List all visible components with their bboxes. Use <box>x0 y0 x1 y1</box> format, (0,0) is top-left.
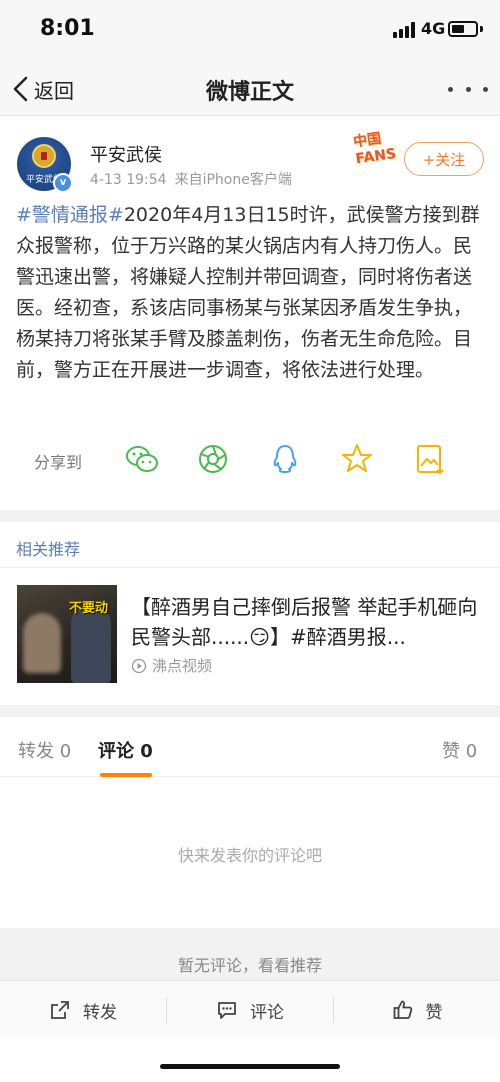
empty-comment-hint: 快来发表你的评论吧 <box>177 846 322 865</box>
chevron-left-icon <box>13 76 28 102</box>
follow-button[interactable]: +关注 <box>404 142 484 176</box>
thumbs-up-icon <box>393 1000 412 1019</box>
comment-label: 评论 <box>250 1002 284 1023</box>
more-dot-icon <box>448 86 453 92</box>
more-dot-icon <box>465 86 471 92</box>
qzone-icon <box>342 444 372 472</box>
police-emblem-icon <box>32 144 56 168</box>
tab-like[interactable]: 赞 0 <box>442 737 477 763</box>
repost-button[interactable]: 转发 <box>0 981 166 1039</box>
thumb-figure <box>71 605 111 683</box>
more-button[interactable] <box>448 80 488 98</box>
qq-icon <box>273 445 297 473</box>
bottom-action-bar: 转发 评论 赞 <box>0 980 500 1038</box>
like-label: 赞 <box>425 1002 443 1023</box>
share-label: 分享到 <box>34 453 83 472</box>
thumb-figure <box>23 613 61 673</box>
battery-cap <box>480 26 483 32</box>
more-dot-icon <box>483 86 488 92</box>
like-button[interactable]: 赞 <box>334 981 500 1039</box>
page-title: 微博正文 <box>205 80 294 105</box>
wechat-icon <box>126 446 158 472</box>
recommend-thumbnail[interactable]: 不要动 <box>17 585 117 683</box>
qzone-share-button[interactable] <box>338 440 376 478</box>
comment-tab-bar: 转发 0 评论 0 赞 0 <box>0 722 500 777</box>
video-source-icon <box>131 658 147 673</box>
post-date: 4-13 19:54 <box>90 172 167 188</box>
repost-icon <box>51 1001 69 1019</box>
back-label: 返回 <box>34 78 74 103</box>
post-body: #警情通报#2020年4月13日15时许，武侯警方接到群众报警称，位于万兴路的某… <box>16 200 488 386</box>
verified-badge-icon: v <box>53 173 73 193</box>
author-name[interactable]: 平安武侯 <box>90 141 162 167</box>
back-button[interactable]: 返回 <box>12 72 74 106</box>
comment-icon <box>218 1002 236 1019</box>
qq-share-button[interactable] <box>266 440 304 478</box>
repost-label: 转发 <box>83 1002 117 1023</box>
active-tab-indicator <box>100 773 152 777</box>
moments-icon <box>199 445 227 473</box>
share-row: 分享到 <box>0 438 500 482</box>
section-gap <box>0 705 500 717</box>
save-image-icon <box>417 445 444 475</box>
signal-icon <box>393 22 417 38</box>
recommend-source-label: 沸点视频 <box>152 657 213 675</box>
topic-link[interactable]: #警情通报# <box>16 204 124 226</box>
status-time: 8:01 <box>40 16 95 41</box>
battery-icon <box>448 21 478 37</box>
save-image-button[interactable] <box>411 440 449 478</box>
home-indicator[interactable] <box>160 1064 340 1069</box>
section-gap <box>0 510 500 522</box>
post-source: 来自iPhone客户端 <box>174 172 292 188</box>
recommend-title[interactable]: 【醉酒男自己摔倒后报警 举起手机砸向民警头部......😏】#醉酒男报... <box>131 592 487 652</box>
recommend-source: 沸点视频 <box>131 655 212 676</box>
tab-repost[interactable]: 转发 0 <box>18 737 71 763</box>
nav-bar: 返回 微博正文 <box>0 62 500 116</box>
no-comment-text[interactable]: 暂无评论，看看推荐 <box>0 952 500 976</box>
moments-share-button[interactable] <box>194 440 232 478</box>
network-label: 4G <box>421 19 446 38</box>
post-body-text: 2020年4月13日15时许，武侯警方接到群众报警称，位于万兴路的某火锅店内有人… <box>16 204 480 381</box>
thumb-caption: 不要动 <box>69 601 109 616</box>
comment-button[interactable]: 评论 <box>167 981 333 1039</box>
related-label: 相关推荐 <box>16 540 81 559</box>
divider <box>0 567 500 568</box>
post-meta: 4-13 19:54 来自iPhone客户端 <box>90 169 292 189</box>
tab-comment[interactable]: 评论 0 <box>98 737 153 763</box>
wechat-share-button[interactable] <box>123 440 161 478</box>
status-bar: 8:01 4G <box>0 0 500 62</box>
